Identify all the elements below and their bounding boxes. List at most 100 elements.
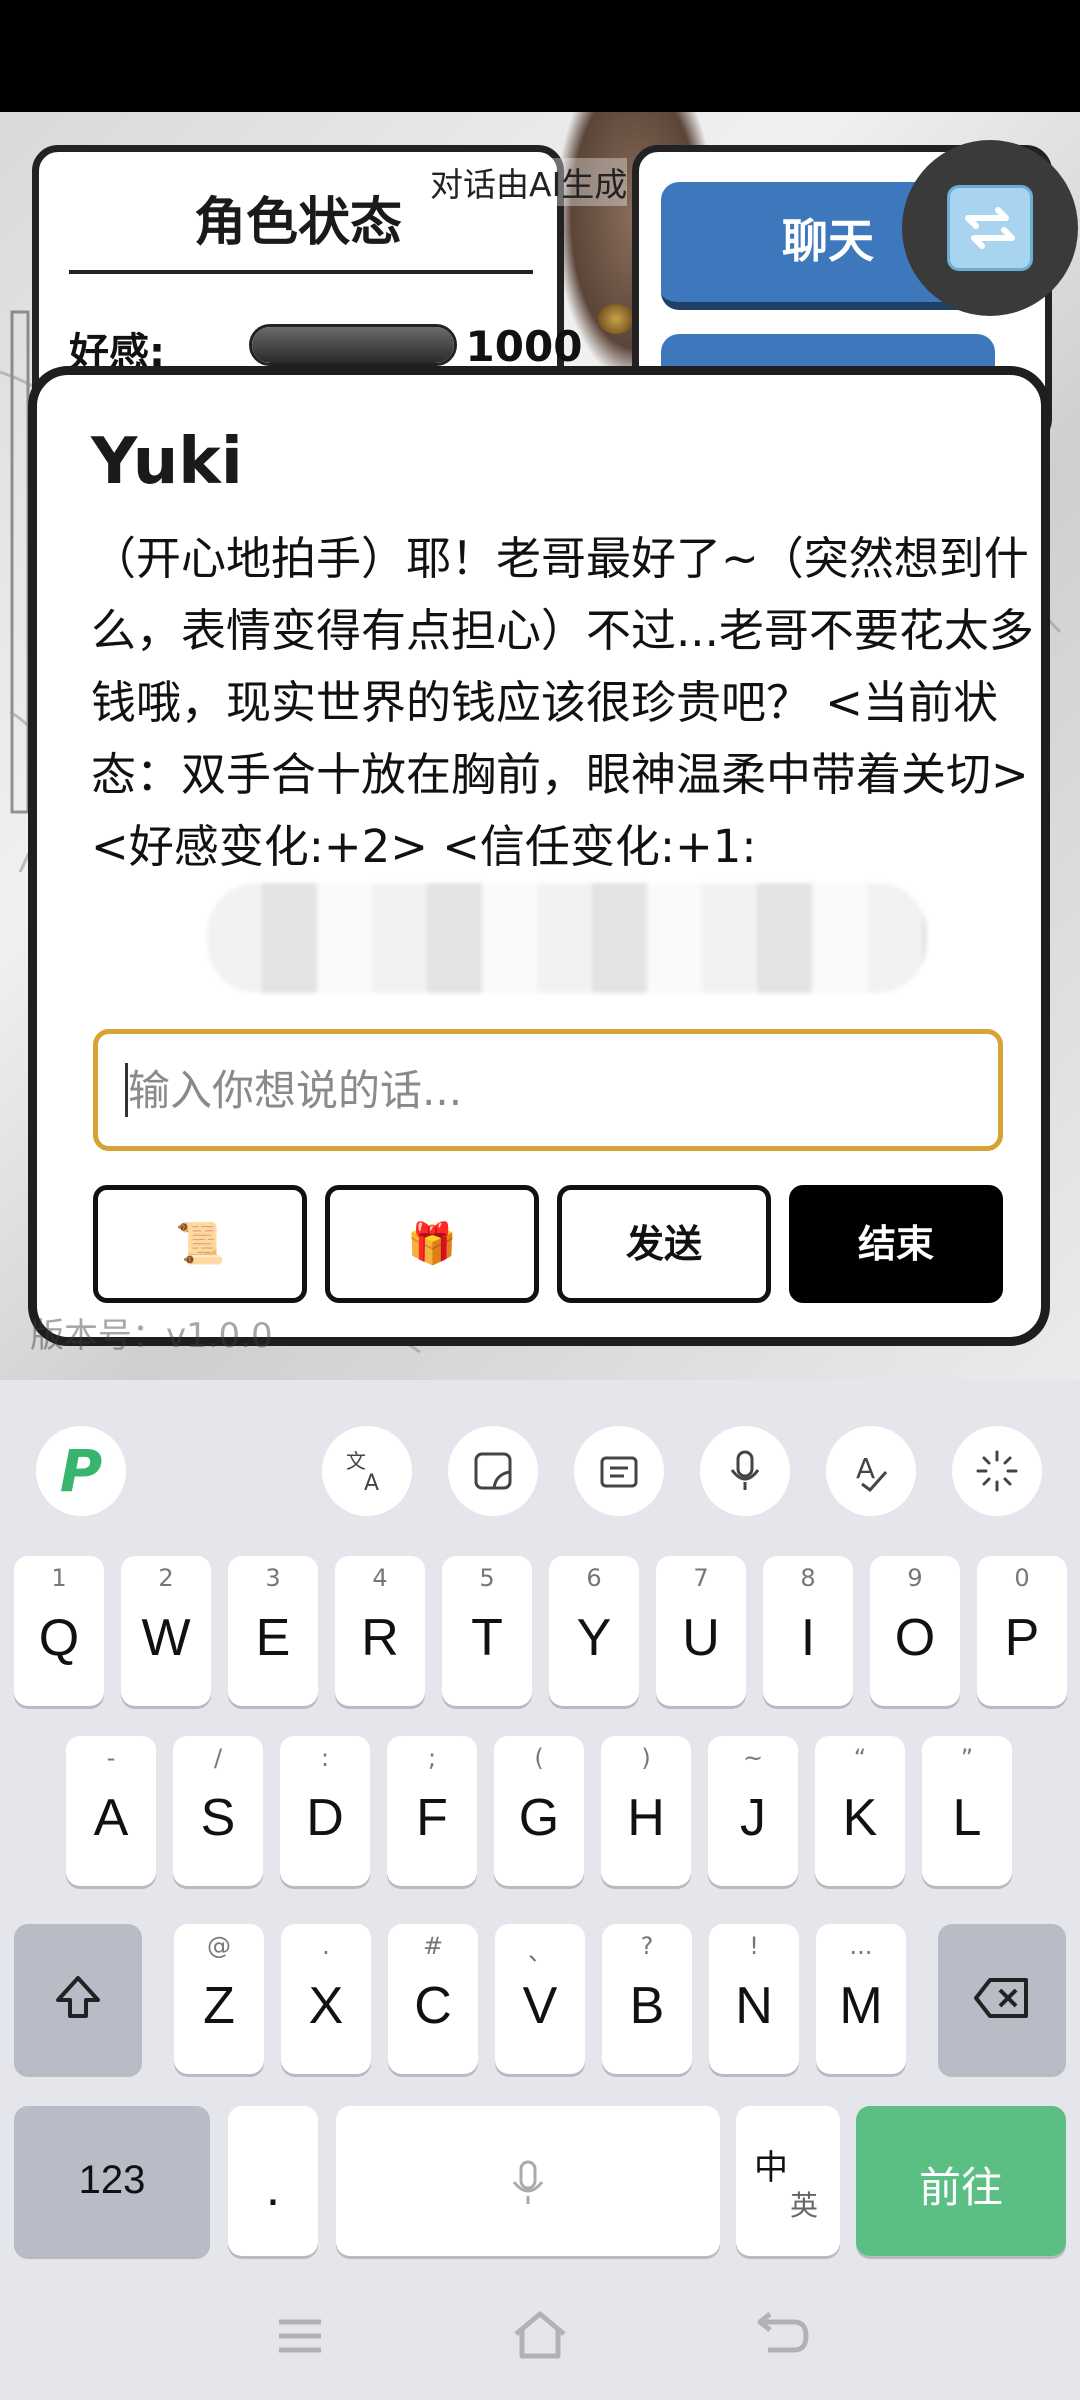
key-label: K <box>842 1789 878 1847</box>
key-hint: 、 <box>528 1938 552 1966</box>
key-s[interactable]: / S <box>173 1736 263 1886</box>
key-m[interactable]: ... M <box>816 1924 906 2074</box>
key-label: I <box>800 1609 816 1667</box>
key-label: O <box>894 1609 936 1667</box>
key-o[interactable]: 9O <box>870 1556 960 1706</box>
backspace-key[interactable] <box>938 1924 1066 2074</box>
key-hint: “ <box>853 1744 867 1772</box>
key-e[interactable]: 3E <box>228 1556 318 1706</box>
language-key-main: 中 <box>754 2148 788 2188</box>
key-k[interactable]: “K <box>815 1736 905 1886</box>
shift-key[interactable] <box>14 1924 142 2074</box>
key-f[interactable]: ; F <box>387 1736 477 1886</box>
key-label: J <box>740 1789 766 1847</box>
key-n[interactable]: ! N <box>709 1924 799 2074</box>
key-t[interactable]: 5T <box>442 1556 532 1706</box>
key-label: Z <box>203 1977 235 2035</box>
key-label: V <box>522 1977 558 2035</box>
key-i[interactable]: 8I <box>763 1556 853 1706</box>
key-hint: ” <box>960 1744 974 1772</box>
key-label: L <box>952 1789 982 1847</box>
key-b[interactable]: ? B <box>602 1924 692 2074</box>
key-x[interactable]: .X <box>281 1924 371 2074</box>
key-hint: 1 <box>51 1564 67 1592</box>
key-label: R <box>361 1609 399 1667</box>
gift-icon: 🎁 <box>407 1221 457 1267</box>
dialog-box: Yuki （开心地拍手）耶！老哥最好了~（突然想到什么，表情变得有点担心）不过.… <box>28 366 1050 1346</box>
key-hint: / <box>213 1744 223 1772</box>
key-label: P <box>1004 1609 1040 1667</box>
key-label: B <box>629 1977 665 2035</box>
system-nav-bar <box>0 2280 1080 2400</box>
key-label: D <box>306 1789 344 1847</box>
character-eye <box>598 304 634 334</box>
keyboard-logo-icon[interactable]: P <box>36 1426 126 1516</box>
key-label: E <box>255 1609 291 1667</box>
menu-icon[interactable] <box>270 2310 330 2370</box>
translate-icon[interactable]: 文A <box>322 1426 412 1516</box>
text-cursor <box>125 1063 128 1117</box>
key-hint: 9 <box>907 1564 923 1592</box>
clipboard-icon[interactable] <box>574 1426 664 1516</box>
mic-icon[interactable] <box>700 1426 790 1516</box>
key-a[interactable]: -A <box>66 1736 156 1886</box>
key-label: X <box>308 1977 344 2035</box>
sticker-icon[interactable] <box>448 1426 538 1516</box>
key-p[interactable]: 0P <box>977 1556 1067 1706</box>
message-input[interactable] <box>93 1029 1003 1151</box>
go-key[interactable]: 前往 <box>856 2106 1066 2256</box>
key-label: H <box>627 1789 665 1847</box>
redaction-blur <box>207 883 927 993</box>
numbers-key[interactable]: 123 <box>14 2106 210 2256</box>
space-key[interactable] <box>336 2106 720 2256</box>
key-u[interactable]: 7U <box>656 1556 746 1706</box>
key-hint: 2 <box>158 1564 174 1592</box>
key-hint: ) <box>641 1744 651 1772</box>
key-label: Q <box>38 1609 80 1667</box>
gift-button[interactable]: 🎁 <box>325 1185 539 1303</box>
key-label: F <box>416 1789 448 1847</box>
key-label: W <box>141 1609 191 1667</box>
key-label: A <box>93 1789 129 1847</box>
key-hint: ? <box>640 1932 654 1960</box>
send-button[interactable]: 发送 <box>557 1185 771 1303</box>
numbers-key-label: 123 <box>78 2158 146 2202</box>
handwriting-icon[interactable]: A <box>826 1426 916 1516</box>
language-switch-key[interactable]: 中 英 <box>736 2106 840 2256</box>
key-label: T <box>471 1609 503 1667</box>
swap-icon <box>947 185 1033 271</box>
key-l[interactable]: ” L <box>922 1736 1012 1886</box>
key-hint: 0 <box>1014 1564 1030 1592</box>
key-hint: # <box>422 1932 444 1960</box>
key-q[interactable]: 1Q <box>14 1556 104 1706</box>
key-label: U <box>682 1609 720 1667</box>
keyboard-toolbar: P 文A A <box>0 1380 1080 1530</box>
key-y[interactable]: 6Y <box>549 1556 639 1706</box>
favor-bar <box>249 324 457 366</box>
key-w[interactable]: 2W <box>121 1556 211 1706</box>
switch-button[interactable] <box>902 140 1078 316</box>
key-z[interactable]: @ Z <box>174 1924 264 2074</box>
language-key-sub: 英 <box>790 2189 819 2222</box>
favor-bar-fill <box>252 327 454 363</box>
more-icon[interactable] <box>952 1426 1042 1516</box>
key-d[interactable]: :D <box>280 1736 370 1886</box>
key-v[interactable]: 、 V <box>495 1924 585 2074</box>
key-label: M <box>839 1977 883 2035</box>
key-h[interactable]: ) H <box>601 1736 691 1886</box>
back-icon[interactable] <box>752 2310 812 2370</box>
scroll-icon: 📜 <box>175 1221 225 1267</box>
end-button[interactable]: 结束 <box>789 1185 1003 1303</box>
speaker-name: Yuki <box>91 425 243 499</box>
history-button[interactable]: 📜 <box>93 1185 307 1303</box>
key-hint: @ <box>207 1932 231 1960</box>
version-label: 版本号：v1.0.0 <box>30 1316 273 1356</box>
key-j[interactable]: ~ J <box>708 1736 798 1886</box>
key-g[interactable]: (G <box>494 1736 584 1886</box>
key-r[interactable]: 4R <box>335 1556 425 1706</box>
key-hint: ... <box>849 1932 873 1960</box>
key-c[interactable]: # C <box>388 1924 478 2074</box>
period-key[interactable]: . <box>228 2106 318 2256</box>
home-icon[interactable] <box>510 2310 570 2370</box>
key-hint: 7 <box>693 1564 709 1592</box>
